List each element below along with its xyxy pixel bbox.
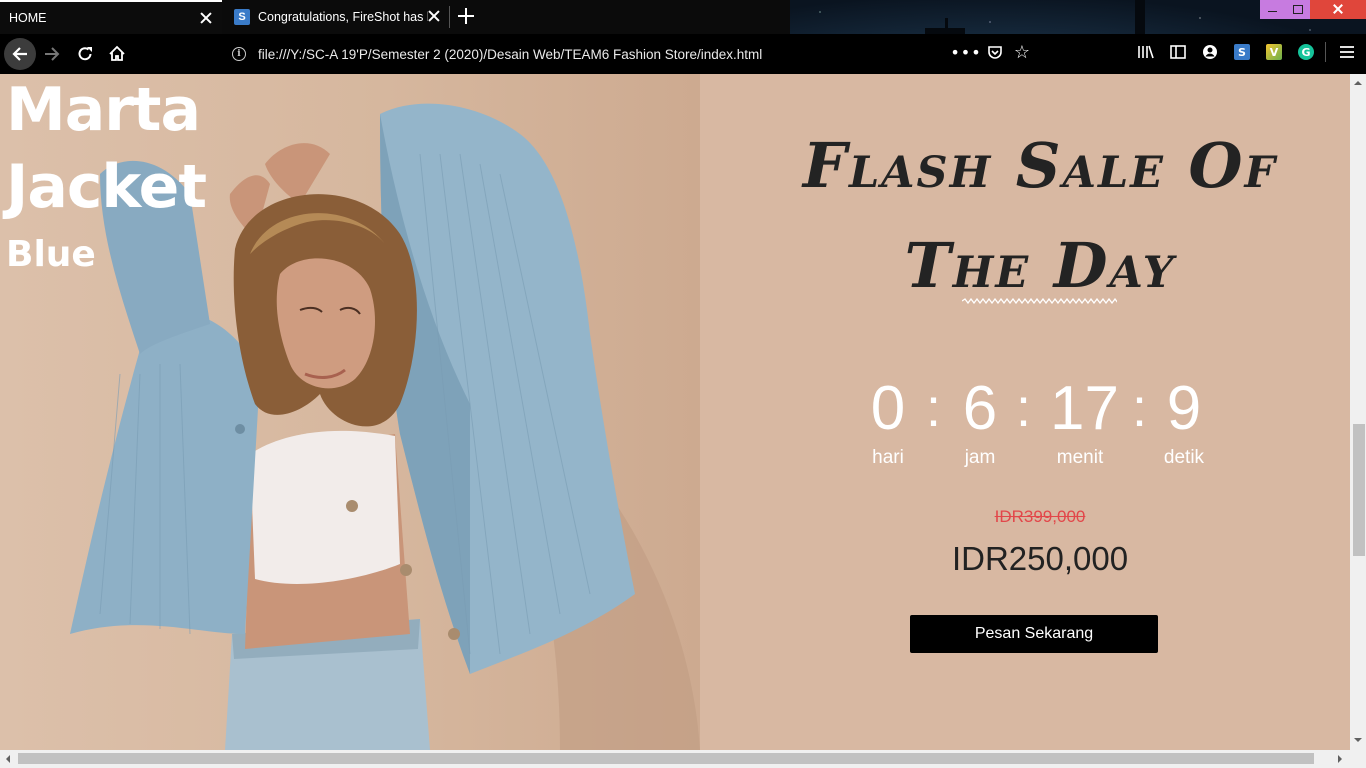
scroll-down-arrow-icon[interactable] [1354,738,1362,746]
tab-fireshot[interactable]: S Congratulations, FireShot has been [224,0,450,34]
scroll-left-arrow-icon[interactable] [2,755,10,763]
countdown-minutes-label: menit [1056,447,1104,468]
countdown-minutes: 17 menit [1050,374,1119,470]
fireshot-icon: S [234,9,250,25]
vertical-scrollbar[interactable] [1350,74,1366,750]
order-now-button[interactable]: Pesan Sekarang [910,615,1158,653]
countdown-hours: 6 jam [960,374,1000,470]
tab-separator [449,6,450,28]
vertical-scroll-thumb[interactable] [1353,424,1365,556]
horizontal-scroll-thumb[interactable] [18,753,1314,764]
countdown-separator: : [1132,378,1148,438]
product-name-line1: Marta [6,75,201,145]
vimeo-extension-icon[interactable]: V [1264,42,1284,62]
product-name: Marta Jacket Blue [6,75,207,275]
window-close-icon[interactable] [1310,0,1366,19]
browser-nav-bar: i file:///Y:/SC-A 19'P/Semester 2 (2020)… [0,34,1366,74]
flash-sale-panel: Flash Sale Of The Day 0 hari : 6 jam : 1… [720,74,1350,750]
horizontal-scrollbar[interactable] [0,750,1366,768]
flash-sale-heading-line1: Flash Sale Of [802,129,1278,202]
countdown-minutes-value: 17 [1050,374,1119,443]
countdown-days-label: hari [872,447,904,468]
sidebar-icon[interactable] [1168,42,1188,62]
window-controls [1260,0,1366,19]
countdown-hours-value: 6 [962,374,998,443]
close-icon[interactable] [199,11,213,25]
browser-tab-bar: HOME S Congratulations, FireShot has bee… [0,0,1366,34]
maximize-icon[interactable] [1285,0,1310,19]
bookmark-star-icon[interactable]: ☆ [1012,42,1032,63]
scroll-right-arrow-icon[interactable] [1338,755,1346,763]
flash-sale-heading: Flash Sale Of The Day [720,116,1350,316]
back-arrow-icon[interactable] [4,38,36,70]
product-name-line2: Jacket [6,152,207,222]
sale-price: IDR250,000 [951,540,1129,577]
more-actions-icon[interactable]: ••• [950,42,980,62]
countdown-separator: : [926,378,942,438]
forward-arrow-icon[interactable] [36,38,68,70]
toolbar-separator [1325,42,1326,62]
countdown-separator: : [1016,378,1032,438]
address-bar[interactable]: i file:///Y:/SC-A 19'P/Semester 2 (2020)… [226,38,796,70]
product-photo: Marta Jacket Blue [0,74,700,750]
countdown-seconds: 9 detik [1162,374,1206,470]
countdown-timer: 0 hari : 6 jam : 17 menit : 9 detik [870,374,1210,474]
fireshot-extension-icon[interactable]: S [1232,42,1252,62]
reload-icon[interactable] [69,38,101,70]
countdown-days-value: 0 [870,374,906,443]
countdown-days: 0 hari [870,374,906,470]
original-price: IDR399,000 [994,507,1086,526]
tab-home[interactable]: HOME [0,0,222,34]
minimize-icon[interactable] [1260,0,1285,19]
heading-underline-decoration [962,298,1117,304]
product-color: Blue [6,234,96,275]
countdown-seconds-value: 9 [1166,374,1202,443]
tab-home-title: HOME [9,11,47,25]
menu-hamburger-icon[interactable] [1337,42,1357,62]
countdown-hours-label: jam [964,447,996,468]
tab-fireshot-title: Congratulations, FireShot has been [258,10,428,24]
url-text: file:///Y:/SC-A 19'P/Semester 2 (2020)/D… [258,46,763,62]
info-icon[interactable]: i [232,47,246,61]
grammarly-icon[interactable]: G [1296,42,1316,62]
account-icon[interactable] [1200,42,1220,62]
library-icon[interactable] [1136,42,1156,62]
scroll-up-arrow-icon[interactable] [1354,77,1362,85]
pocket-icon[interactable] [985,42,1005,62]
countdown-seconds-label: detik [1163,447,1205,468]
page-viewport: Marta Jacket Blue Flash Sale Of The Day … [0,74,1350,750]
new-tab-icon[interactable] [456,6,476,26]
home-icon[interactable] [101,38,133,70]
close-icon[interactable] [427,9,441,23]
